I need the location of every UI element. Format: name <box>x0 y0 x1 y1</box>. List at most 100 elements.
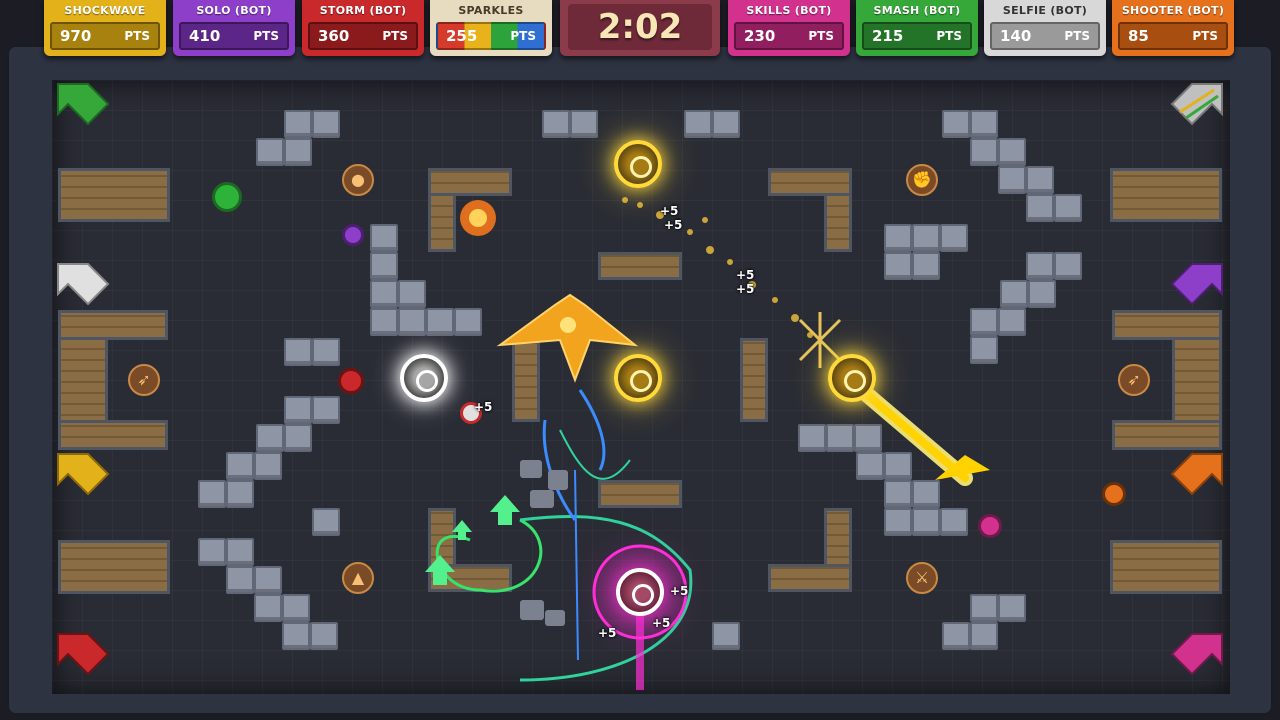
pts-label: PTS <box>936 29 962 43</box>
stone-block <box>940 224 968 252</box>
player-card-shooter: SHOOTER (BOT) 85 PTS <box>1112 0 1234 56</box>
bow-icon[interactable]: ➶ <box>128 364 160 396</box>
player-card-skills: SKILLS (BOT) 230 PTS <box>728 0 850 56</box>
stone-block <box>198 480 226 508</box>
stone-block <box>884 508 912 536</box>
stone-block <box>940 508 968 536</box>
stone-block <box>998 138 1026 166</box>
pts-label: PTS <box>124 29 150 43</box>
stone-block <box>226 480 254 508</box>
stone-block <box>970 622 998 650</box>
stone-block <box>312 338 340 366</box>
player-score: 140 <box>1000 27 1032 45</box>
bow-icon[interactable]: ➶ <box>1118 364 1150 396</box>
wooden-wall <box>1110 168 1222 222</box>
pts-label: PTS <box>1192 29 1218 43</box>
wooden-wall <box>1110 540 1222 594</box>
stone-block <box>312 508 340 536</box>
stone-block <box>226 566 254 594</box>
wooden-wall <box>740 338 768 422</box>
score-box: 410 PTS <box>179 22 289 50</box>
stone-block <box>912 252 940 280</box>
stone-block <box>1026 252 1054 280</box>
sword-icon[interactable]: ⚔ <box>906 562 938 594</box>
bomb-icon[interactable]: ● <box>342 164 374 196</box>
score-box: 255 PTS <box>436 22 546 50</box>
score-popup: +5 <box>664 218 683 232</box>
player-card-solo: SOLO (BOT) 410 PTS <box>173 0 295 56</box>
stone-block <box>542 110 570 138</box>
score-box: 215 PTS <box>862 22 972 50</box>
stone-block <box>970 138 998 166</box>
target-yellow <box>614 354 662 402</box>
player-score: 215 <box>872 27 904 45</box>
stone-block <box>998 166 1026 194</box>
score-popup: +5 <box>736 268 755 282</box>
stone-block <box>312 396 340 424</box>
target-white <box>400 354 448 402</box>
pts-label: PTS <box>510 29 536 43</box>
score-box: 970 PTS <box>50 22 160 50</box>
pts-label: PTS <box>382 29 408 43</box>
wooden-wall <box>58 540 170 594</box>
player-card-smash: SMASH (BOT) 215 PTS <box>856 0 978 56</box>
player-name: SHOOTER (BOT) <box>1121 4 1225 17</box>
stone-block <box>284 396 312 424</box>
stone-block <box>970 594 998 622</box>
score-popup: +5 <box>660 204 679 218</box>
player-name: SPARKLES <box>458 4 524 17</box>
match-timer: 2:02 <box>560 0 720 56</box>
player-name: SELFIE (BOT) <box>1002 4 1088 17</box>
player-score: 255 <box>446 27 478 45</box>
player-score: 85 <box>1128 27 1149 45</box>
stone-block <box>998 308 1026 336</box>
stone-block <box>942 110 970 138</box>
stone-block <box>254 594 282 622</box>
stone-block <box>282 622 310 650</box>
stone-block <box>912 480 940 508</box>
wooden-wall <box>512 338 540 422</box>
stone-block <box>370 308 398 336</box>
wooden-wall <box>1112 420 1222 450</box>
player-score: 970 <box>60 27 92 45</box>
player-card-selfie: SELFIE (BOT) 140 PTS <box>984 0 1106 56</box>
target-yellow <box>614 140 662 188</box>
stone-block <box>454 308 482 336</box>
stone-block <box>570 110 598 138</box>
target-magenta <box>616 568 664 616</box>
pts-label: PTS <box>808 29 834 43</box>
stone-block <box>398 280 426 308</box>
stone-block <box>1000 280 1028 308</box>
player-character-solo <box>342 224 364 246</box>
player-card-storm: STORM (BOT) 360 PTS <box>302 0 424 56</box>
player-character-shooter <box>1102 482 1126 506</box>
wooden-wall <box>598 252 682 280</box>
stone-block <box>856 452 884 480</box>
wooden-wall <box>768 168 852 196</box>
player-character-storm <box>338 368 364 394</box>
wooden-wall <box>598 480 682 508</box>
stone-block <box>284 338 312 366</box>
stone-block <box>1028 280 1056 308</box>
score-popup: +5 <box>670 584 689 598</box>
player-character-smash <box>212 182 242 212</box>
stone-block <box>398 308 426 336</box>
stone-block <box>970 110 998 138</box>
player-name: SOLO (BOT) <box>196 4 272 17</box>
dart-icon[interactable]: ▲ <box>342 562 374 594</box>
stone-block <box>254 566 282 594</box>
player-score: 230 <box>744 27 776 45</box>
score-popup: +5 <box>652 616 671 630</box>
stone-block <box>312 110 340 138</box>
stone-block <box>1054 194 1082 222</box>
player-card-shockwave: SHOCKWAVE (BOT) 970 PTS <box>44 0 166 56</box>
stone-block <box>254 452 282 480</box>
stone-block <box>226 538 254 566</box>
score-box: 360 PTS <box>308 22 418 50</box>
stone-block <box>884 224 912 252</box>
stone-block <box>282 594 310 622</box>
stone-block <box>256 138 284 166</box>
fist-icon[interactable]: ✊ <box>906 164 938 196</box>
player-character-skills <box>978 514 1002 538</box>
wooden-wall <box>58 420 168 450</box>
